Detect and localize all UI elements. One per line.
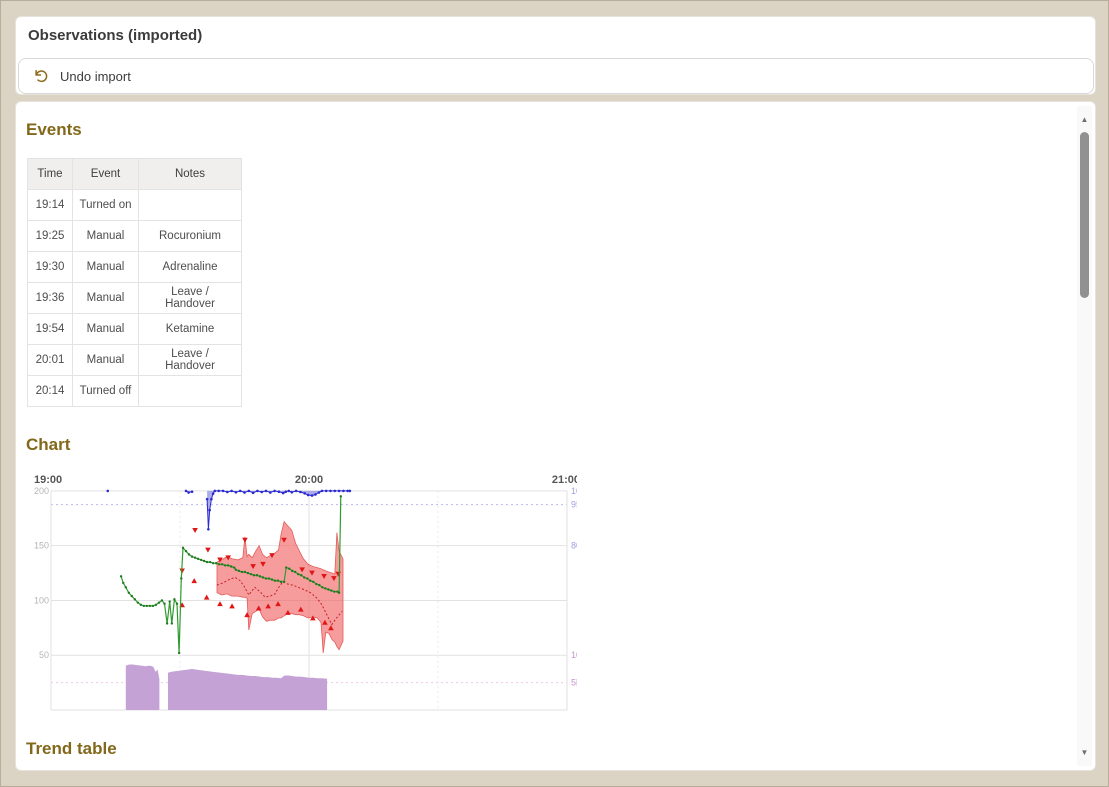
table-row: 19:54ManualKetamine xyxy=(28,314,242,345)
svg-text:50: 50 xyxy=(39,650,49,660)
table-cell: 19:36 xyxy=(28,283,73,314)
scrollbar-up-icon[interactable]: ▲ xyxy=(1077,112,1092,127)
table-cell: Manual xyxy=(73,283,139,314)
table-row: 19:36ManualLeave / Handover xyxy=(28,283,242,314)
events-col-header: Event xyxy=(73,159,139,190)
content-card: Events TimeEventNotes 19:14Turned on19:2… xyxy=(15,101,1096,771)
events-col-header: Notes xyxy=(139,159,242,190)
vitals-chart-svg: 19:00 20:00 21:00 200 150 100 50 100% 95% 80% 10kP… xyxy=(32,470,577,715)
table-cell: Adrenaline xyxy=(139,252,242,283)
table-row: 19:14Turned on xyxy=(28,190,242,221)
table-cell: Leave / Handover xyxy=(139,283,242,314)
svg-text:95%: 95% xyxy=(571,500,577,510)
events-table: TimeEventNotes 19:14Turned on19:25Manual… xyxy=(27,158,242,407)
header-card: Observations (imported) Undo import xyxy=(15,16,1096,95)
table-cell: Manual xyxy=(73,314,139,345)
svg-text:100: 100 xyxy=(34,595,49,605)
trend-section-title: Trend table xyxy=(26,739,117,759)
svg-text:150: 150 xyxy=(34,541,49,551)
events-section-title: Events xyxy=(26,120,82,140)
table-cell: Manual xyxy=(73,345,139,376)
svg-text:19:00: 19:00 xyxy=(34,474,62,486)
svg-text:200: 200 xyxy=(34,486,49,496)
undo-icon xyxy=(33,68,49,84)
page-title: Observations (imported) xyxy=(28,27,202,44)
table-row: 19:30ManualAdrenaline xyxy=(28,252,242,283)
svg-text:5kPa: 5kPa xyxy=(571,678,577,688)
table-cell xyxy=(139,376,242,407)
table-cell: Turned on xyxy=(73,190,139,221)
svg-text:20:00: 20:00 xyxy=(295,474,323,486)
table-cell: Turned off xyxy=(73,376,139,407)
events-table-header: TimeEventNotes xyxy=(28,159,242,190)
table-cell: 19:30 xyxy=(28,252,73,283)
table-cell: Leave / Handover xyxy=(139,345,242,376)
table-cell: 19:54 xyxy=(28,314,73,345)
undo-import-button[interactable]: Undo import xyxy=(18,58,1094,94)
table-cell: Ketamine xyxy=(139,314,242,345)
observations-page: Observations (imported) Undo import Even… xyxy=(0,0,1109,787)
table-cell: 19:14 xyxy=(28,190,73,221)
vitals-chart: 19:00 20:00 21:00 200 150 100 50 100% 95% 80% 10kP… xyxy=(32,470,577,715)
svg-text:21:00: 21:00 xyxy=(552,474,577,486)
table-cell: 20:01 xyxy=(28,345,73,376)
table-row: 20:14Turned off xyxy=(28,376,242,407)
svg-text:80%: 80% xyxy=(571,541,577,551)
table-cell: Manual xyxy=(73,221,139,252)
events-col-header: Time xyxy=(28,159,73,190)
scrollbar-thumb[interactable] xyxy=(1080,132,1089,298)
undo-button-label: Undo import xyxy=(60,69,131,84)
svg-text:100%: 100% xyxy=(571,486,577,496)
table-cell: Manual xyxy=(73,252,139,283)
table-cell: Rocuronium xyxy=(139,221,242,252)
table-row: 20:01ManualLeave / Handover xyxy=(28,345,242,376)
table-cell xyxy=(139,190,242,221)
table-cell: 19:25 xyxy=(28,221,73,252)
vertical-scrollbar[interactable]: ▲ ▼ xyxy=(1077,106,1092,766)
svg-text:10kPa: 10kPa xyxy=(571,650,577,660)
scrollbar-down-icon[interactable]: ▼ xyxy=(1077,745,1092,760)
chart-section-title: Chart xyxy=(26,435,70,455)
table-cell: 20:14 xyxy=(28,376,73,407)
table-row: 19:25ManualRocuronium xyxy=(28,221,242,252)
